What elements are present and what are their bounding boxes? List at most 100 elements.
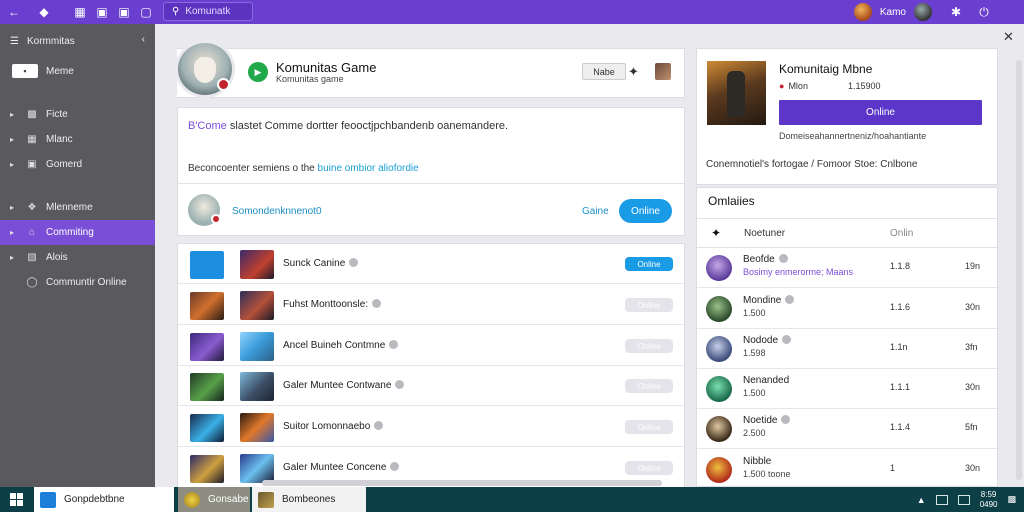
table-row[interactable]: Beofde Bosimy enmerorme; Maans 1.1.8 19n	[697, 248, 997, 288]
caret-right-icon: ▸	[10, 160, 15, 169]
clock[interactable]: 8:59 0490	[980, 490, 998, 510]
notifications-icon[interactable]: ▩	[1007, 494, 1016, 505]
clock-date: 0490	[979, 499, 998, 509]
top-left-icons: ← ◆ ▦ ▣ ▣ ▢	[0, 2, 156, 22]
info-icon[interactable]	[395, 380, 405, 389]
search-input[interactable]	[185, 6, 246, 17]
description-link[interactable]: buine ombior aliofordie	[318, 163, 419, 174]
star-icon[interactable]: ✦	[628, 64, 639, 80]
top-user-name[interactable]: Kamo	[880, 7, 906, 18]
profile-thumbnail[interactable]	[655, 63, 671, 80]
list-item[interactable]: Ancel Buineh Contmne Online	[178, 326, 684, 366]
list-item[interactable]: Galer Muntee Contwane Online	[178, 366, 684, 406]
volume-icon[interactable]	[935, 494, 948, 505]
info-icon[interactable]	[349, 258, 359, 267]
table-row[interactable]: Mondine 1.500 1.1.6 30n	[697, 289, 997, 329]
box-icon: ▩	[27, 109, 37, 120]
apps-icon[interactable]: ▣	[92, 2, 112, 22]
table-row[interactable]: Nenanded 1.500 1.1.1 30n	[697, 369, 997, 409]
player-sub: 1.500	[743, 308, 766, 318]
description-headline: B'Come slastet Comme dortter feooctjpchb…	[188, 120, 508, 132]
game-online-button[interactable]: Online	[625, 379, 673, 393]
game-thumbnail	[240, 332, 274, 361]
back-arrow-icon[interactable]: ←	[4, 2, 24, 22]
sidebar-item-active[interactable]: ▸ ⌂ Commiting	[0, 220, 155, 245]
avatar[interactable]	[853, 3, 872, 21]
game-online-button[interactable]: Online	[625, 339, 673, 353]
list-item[interactable]: Fuhst Monttoonsle: Online	[178, 285, 684, 325]
table-row[interactable]: Nodode 1.598 1.1n 3fn	[697, 329, 997, 369]
author-avatar[interactable]	[188, 194, 221, 226]
game-thumbnail	[240, 454, 274, 483]
avatar	[706, 336, 732, 362]
vertical-scrollbar[interactable]	[1016, 60, 1022, 480]
info-icon[interactable]	[781, 415, 791, 424]
avatar-secondary[interactable]	[914, 3, 932, 21]
featured-note: Domeiseahannertneniz/hoahantiante	[779, 131, 927, 141]
network-icon[interactable]: ▲	[917, 495, 926, 505]
game-online-button[interactable]: Online	[625, 298, 673, 312]
game-icon	[190, 414, 224, 442]
featured-cover-image[interactable]	[707, 61, 766, 125]
players-header-status: Onlin	[890, 228, 914, 239]
game-online-button[interactable]: Online	[625, 257, 673, 271]
search-box[interactable]: ⚲	[163, 2, 253, 21]
close-icon[interactable]: ✕	[1003, 29, 1014, 45]
sidebar-item-3[interactable]: ▸ ▣ Gomerd	[0, 152, 155, 177]
mode-button[interactable]: Nabe	[582, 63, 626, 80]
table-row[interactable]: Nibble 1.500 toone 1 30n	[697, 450, 997, 490]
info-icon[interactable]	[390, 462, 400, 471]
sidebar-item-2[interactable]: ▸ ▦ Mlanc	[0, 127, 155, 152]
info-icon[interactable]	[785, 295, 795, 304]
sidebar-item-1[interactable]: ▸ ▩ Ficte	[0, 102, 155, 127]
info-icon[interactable]	[782, 335, 792, 344]
author-name[interactable]: Somondenknnenot0	[232, 206, 322, 217]
featured-online-button[interactable]: Online	[779, 100, 982, 125]
notes-icon[interactable]: ▦	[70, 2, 90, 22]
info-icon[interactable]	[372, 299, 382, 308]
horizontal-scrollbar[interactable]	[262, 480, 662, 486]
author-badge	[211, 214, 221, 224]
player-name-text: Mondine	[743, 295, 782, 306]
online-button[interactable]: Online	[619, 199, 672, 223]
player-time: 30n	[965, 382, 981, 392]
taskbar-item-2[interactable]: Gonsabe	[178, 487, 250, 512]
info-icon[interactable]	[374, 421, 384, 430]
sidebar-item-label: Communtir Online	[46, 277, 127, 288]
taskbar-item-1[interactable]: Gonpdebtbne	[34, 487, 174, 512]
chevron-left-icon[interactable]: ‹	[142, 34, 145, 45]
logo-icon[interactable]: ◆	[34, 2, 54, 22]
list-item[interactable]: Suitor Lomonnaebo Online	[178, 407, 684, 447]
game-online-button[interactable]: Online	[625, 461, 673, 475]
sidebar-item-4[interactable]: ▸ ❖ Mlenneme	[0, 195, 155, 220]
bookmark-icon[interactable]: ▣	[114, 2, 134, 22]
sidebar-item-6[interactable]: ▸ ▧ Alois	[0, 245, 155, 270]
start-button[interactable]	[0, 487, 32, 512]
battery-icon[interactable]	[957, 494, 970, 505]
avatar-face	[194, 57, 216, 83]
window-icon[interactable]: ▢	[136, 2, 156, 22]
power-icon[interactable]: ⏻	[974, 2, 994, 22]
sidebar-item-7[interactable]: ◯ Communtir Online	[0, 270, 155, 295]
info-icon[interactable]	[778, 254, 788, 263]
sidebar-item-label: Mlenneme	[46, 202, 93, 213]
player-stat: 1.1.6	[890, 302, 911, 312]
sidebar-item-label[interactable]: Meme	[46, 66, 74, 77]
game-app-icon	[258, 491, 274, 508]
sidebar-header[interactable]: ☰ Kormmitas ‹	[0, 24, 155, 58]
table-row[interactable]: Noetide 2.500 1.1.4 5fn	[697, 409, 997, 449]
taskbar-item-3[interactable]: Bombeones	[252, 487, 366, 512]
featured-count: 1.15900	[848, 81, 881, 91]
avatar	[706, 376, 732, 402]
community-avatar[interactable]	[175, 40, 235, 98]
sidebar-tab-button[interactable]: ▪	[12, 64, 38, 78]
info-icon[interactable]	[389, 340, 399, 349]
avatar	[706, 296, 732, 322]
settings-icon[interactable]: ✱	[946, 2, 966, 22]
game-icon	[190, 455, 224, 483]
taskbar-item-label: Gonsabe	[208, 494, 249, 505]
list-item[interactable]: Sunck Canine Online	[178, 244, 684, 284]
game-online-button[interactable]: Online	[625, 420, 673, 434]
game-icon	[190, 251, 224, 279]
